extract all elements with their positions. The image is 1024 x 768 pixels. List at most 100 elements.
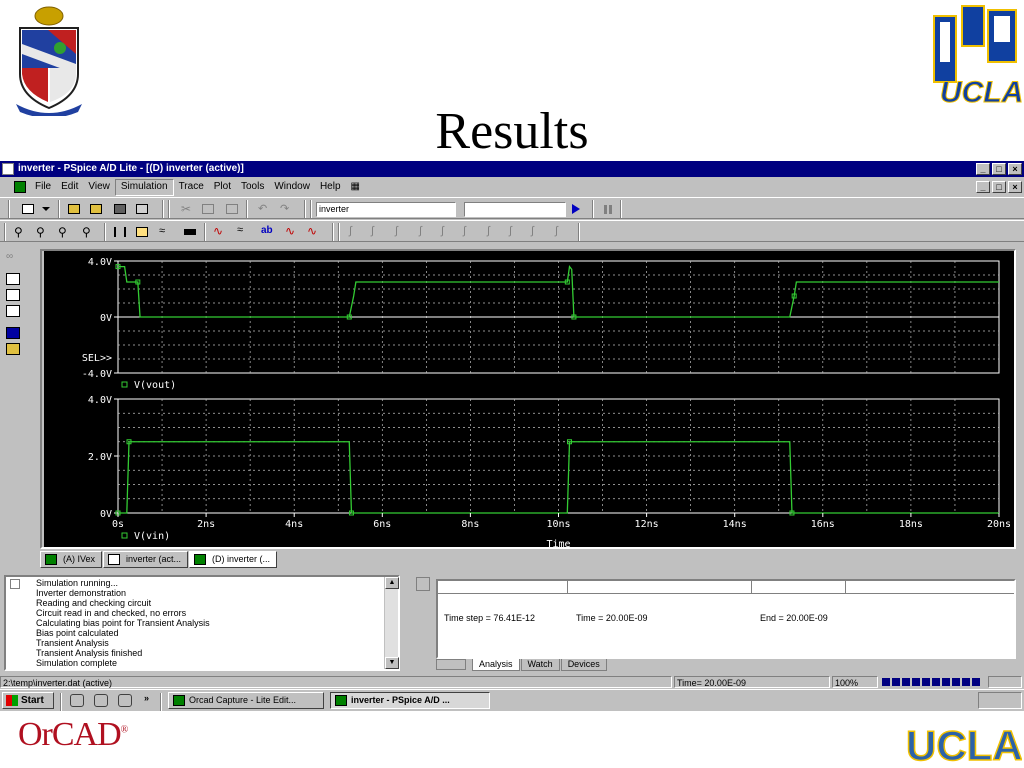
toolbar-separator bbox=[204, 223, 206, 241]
y-tick-label: 2.0V bbox=[88, 452, 112, 463]
eval-goal-function-icon[interactable]: ≈ bbox=[236, 224, 252, 240]
pause-icon[interactable] bbox=[604, 205, 612, 214]
next-transition-icon[interactable]: ∫ bbox=[508, 224, 524, 240]
output-line: Transient Analysis finished bbox=[36, 648, 143, 658]
doc-minimize-button[interactable]: _ bbox=[976, 181, 990, 193]
cursor-max-icon[interactable]: ∫ bbox=[440, 224, 456, 240]
x-tick-label: 8ns bbox=[461, 519, 479, 530]
zoom-fit-icon[interactable]: ⚲ bbox=[80, 224, 96, 240]
maximize-button[interactable]: □ bbox=[992, 163, 1006, 175]
menu-help[interactable]: Help bbox=[315, 178, 346, 196]
menu-trace[interactable]: Trace bbox=[174, 178, 209, 196]
marker-icon[interactable]: ab bbox=[260, 224, 276, 240]
windows-taskbar: Start » Orcad Capture - Lite Edit... inv… bbox=[0, 689, 1024, 711]
power-marker-icon[interactable] bbox=[6, 305, 20, 317]
legend-vin: V(vin) bbox=[134, 531, 170, 542]
doc-close-button[interactable]: × bbox=[1008, 181, 1022, 193]
tab-scroll-icon[interactable] bbox=[436, 659, 466, 670]
legend-marker bbox=[121, 532, 128, 539]
voltage-marker-icon[interactable] bbox=[6, 273, 20, 285]
x-tick-label: 14ns bbox=[723, 519, 747, 530]
undo-icon[interactable]: ↶ bbox=[256, 201, 272, 217]
label-icon[interactable]: ∿ bbox=[284, 224, 300, 240]
menu-tools[interactable]: Tools bbox=[236, 178, 269, 196]
open-folder-icon[interactable] bbox=[66, 201, 82, 217]
end-time-value: End = 20.00E-09 bbox=[760, 613, 828, 623]
cursor-trough-icon[interactable]: ∫ bbox=[370, 224, 386, 240]
tab-a-ivex[interactable]: (A) IVex bbox=[40, 551, 103, 568]
cursor-peak-icon[interactable]: ∫ bbox=[348, 224, 364, 240]
tab-inverter-active[interactable]: inverter (act... bbox=[103, 551, 189, 568]
dropdown-arrow-icon[interactable] bbox=[38, 201, 54, 217]
university-crest-logo bbox=[16, 6, 82, 116]
sim-pane-close-icon[interactable] bbox=[416, 577, 430, 591]
menu-window[interactable]: Window bbox=[269, 178, 315, 196]
log-y-axis-icon[interactable] bbox=[182, 224, 198, 240]
start-button[interactable]: Start bbox=[2, 692, 54, 709]
redo-icon[interactable]: ↷ bbox=[278, 201, 294, 217]
menu-edit[interactable]: Edit bbox=[56, 178, 83, 196]
document-icon[interactable] bbox=[14, 181, 26, 193]
performance-analysis-icon[interactable]: ≈ bbox=[158, 224, 174, 240]
status-file-path: 2:\temp\inverter.dat (active) bbox=[0, 676, 672, 688]
tab-devices[interactable]: Devices bbox=[560, 659, 607, 671]
system-tray[interactable] bbox=[978, 692, 1022, 709]
cursor-slope-icon[interactable]: ∫ bbox=[394, 224, 410, 240]
open-simulation-icon[interactable] bbox=[88, 201, 104, 217]
menu-file[interactable]: File bbox=[30, 178, 56, 196]
tab-d-inverter[interactable]: (D) inverter (... bbox=[189, 551, 278, 568]
zoom-in-icon[interactable]: ⚲ bbox=[12, 224, 28, 240]
mark-data-points-icon[interactable]: ∿ bbox=[306, 224, 322, 240]
x-tick-label: 10ns bbox=[546, 519, 570, 530]
waveform-status-icon bbox=[988, 676, 1022, 688]
menu-simulation[interactable]: Simulation bbox=[114, 179, 174, 196]
ie-browser-icon[interactable] bbox=[70, 694, 84, 707]
cut-icon[interactable]: ✂ bbox=[178, 201, 194, 217]
current-marker-icon[interactable] bbox=[6, 289, 20, 301]
log-x-axis-icon[interactable] bbox=[112, 224, 128, 240]
help-context-icon[interactable]: ▦ bbox=[346, 178, 365, 196]
close-pane-icon[interactable] bbox=[10, 579, 20, 589]
secondary-select[interactable] bbox=[464, 202, 566, 217]
save-icon[interactable] bbox=[112, 201, 128, 217]
zoom-area-icon[interactable]: ⚲ bbox=[56, 224, 72, 240]
cursor-point-icon[interactable]: ∫ bbox=[462, 224, 478, 240]
output-line: Calculating bias point for Transient Ana… bbox=[36, 618, 210, 628]
cursor-min-icon[interactable]: ∫ bbox=[418, 224, 434, 240]
scroll-down-icon[interactable]: ▼ bbox=[385, 657, 399, 669]
tab-analysis[interactable]: Analysis bbox=[472, 659, 520, 671]
taskbar-orcad-capture[interactable]: Orcad Capture - Lite Edit... bbox=[168, 692, 324, 709]
previous-transition-icon[interactable]: ∫ bbox=[530, 224, 546, 240]
copy-icon[interactable] bbox=[200, 201, 216, 217]
taskbar-pspice[interactable]: inverter - PSpice A/D ... bbox=[330, 692, 490, 709]
probe-plot-window[interactable]: 4.0V 0V -4.0V 4.0V 2.0V 0V 0s 2ns 4ns 6ns 8ns 10ns 1… bbox=[44, 251, 1014, 547]
outlook-icon[interactable] bbox=[94, 694, 108, 707]
paste-icon[interactable] bbox=[224, 201, 240, 217]
window-titlebar[interactable]: inverter - PSpice A/D Lite - [(D) invert… bbox=[0, 161, 1024, 177]
add-trace-icon[interactable]: ∿ bbox=[212, 224, 228, 240]
menu-plot[interactable]: Plot bbox=[209, 178, 236, 196]
print-icon[interactable] bbox=[134, 201, 150, 217]
run-simulation-icon[interactable] bbox=[572, 204, 580, 214]
minimize-button[interactable]: _ bbox=[976, 163, 990, 175]
output-scrollbar[interactable]: ▲ ▼ bbox=[384, 577, 399, 669]
zoom-out-icon[interactable]: ⚲ bbox=[34, 224, 50, 240]
scroll-up-icon[interactable]: ▲ bbox=[385, 577, 399, 589]
bias-display-icon[interactable] bbox=[6, 343, 20, 355]
cursor-search-icon[interactable]: ∫ bbox=[486, 224, 502, 240]
doc-restore-button[interactable]: □ bbox=[992, 181, 1006, 193]
desktop-icon[interactable] bbox=[118, 694, 132, 707]
output-window[interactable]: Simulation running... Inverter demonstrat… bbox=[4, 575, 400, 671]
new-file-icon[interactable] bbox=[20, 201, 36, 217]
close-button[interactable]: × bbox=[1008, 163, 1022, 175]
menu-view[interactable]: View bbox=[83, 178, 115, 196]
cursor-label-icon[interactable]: ∫ bbox=[554, 224, 570, 240]
link-icon[interactable]: ∞ bbox=[6, 251, 20, 263]
x-tick-label: 20ns bbox=[987, 519, 1011, 530]
fourier-icon[interactable] bbox=[134, 224, 150, 240]
simulation-profile-select[interactable]: inverter bbox=[316, 202, 456, 217]
pspice-app-icon[interactable] bbox=[2, 163, 14, 175]
quicklaunch-chevron[interactable]: » bbox=[144, 693, 149, 703]
show-output-icon[interactable] bbox=[6, 327, 20, 339]
tab-watch[interactable]: Watch bbox=[520, 659, 560, 671]
